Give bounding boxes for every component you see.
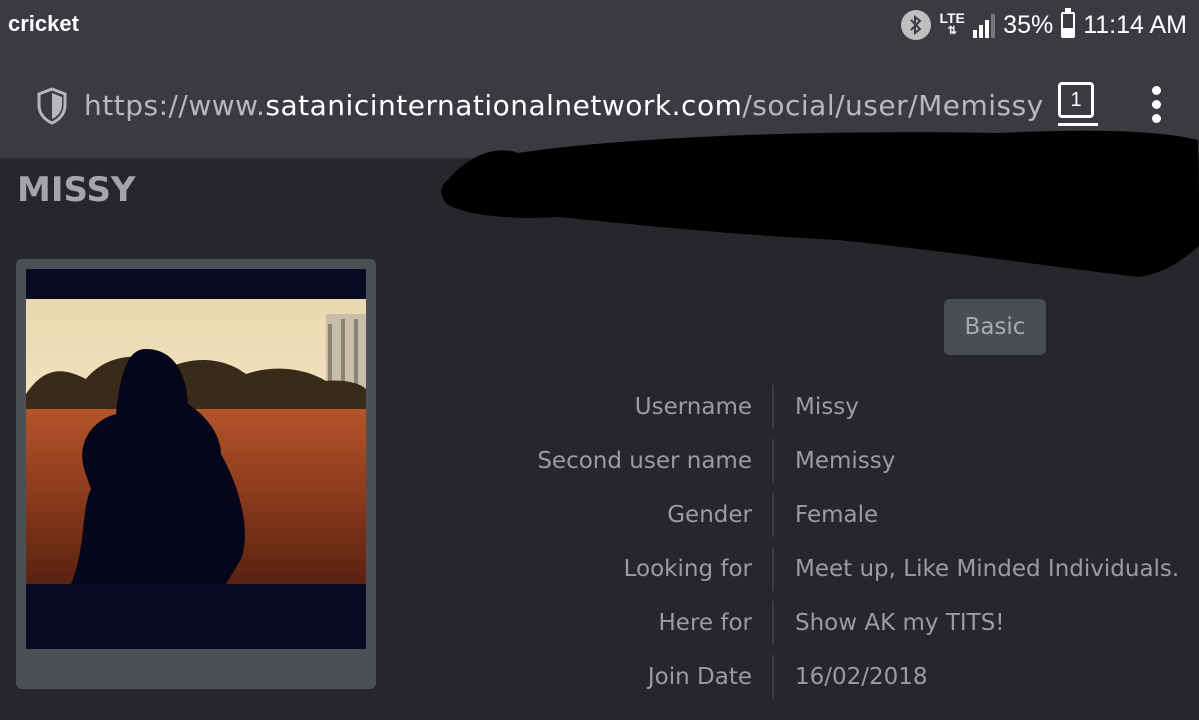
tab-switcher-button[interactable]: 1 [1058, 82, 1094, 118]
url-domain: satanicinternationalnetwork.com [265, 89, 743, 122]
row-divider [772, 439, 774, 483]
shield-icon [37, 87, 67, 125]
url-prefix: https://www. [84, 89, 266, 122]
field-value: Show AK my TITS! [795, 610, 1005, 636]
field-value: Memissy [795, 448, 896, 474]
field-label: Looking for [623, 556, 752, 582]
row-divider [772, 601, 774, 645]
status-icons: LTE ⇅ 35% 11:14 AM [901, 8, 1187, 41]
bluetooth-icon [901, 10, 932, 40]
status-bar: cricket LTE ⇅ 35% 11:14 AM [0, 0, 1199, 52]
signal-icon [973, 12, 996, 38]
clock: 11:14 AM [1083, 10, 1187, 39]
lte-icon: LTE ⇅ [939, 10, 965, 37]
row-divider [772, 385, 774, 429]
field-label: Second user name [537, 448, 752, 474]
carrier-name: cricket [8, 11, 79, 36]
battery-icon [1061, 8, 1076, 38]
field-label: Username [634, 394, 752, 420]
basic-tab-button[interactable]: Basic [944, 299, 1046, 355]
profile-photo[interactable] [26, 269, 366, 649]
profile-title: MISSY [17, 170, 136, 210]
field-value: Missy [795, 394, 859, 420]
url-field[interactable]: https://www.satanicinternationalnetwork.… [84, 89, 1044, 122]
photo-scene [26, 299, 366, 649]
row-divider [772, 655, 774, 699]
field-value: 16/02/2018 [795, 664, 928, 690]
url-path: /social/user/Memissy [742, 89, 1044, 122]
profile-photo-card [16, 259, 376, 689]
field-label: Gender [667, 502, 752, 528]
redaction-mark [441, 130, 1199, 277]
field-value: Female [795, 502, 879, 528]
field-label: Here for [658, 610, 752, 636]
battery-percent: 35% [1003, 10, 1054, 39]
row-divider [772, 547, 774, 591]
field-value: Meet up, Like Minded Individuals. [795, 556, 1180, 582]
field-label: Join Date [647, 664, 752, 690]
row-divider [772, 493, 774, 537]
overflow-menu-icon[interactable] [1148, 86, 1164, 126]
